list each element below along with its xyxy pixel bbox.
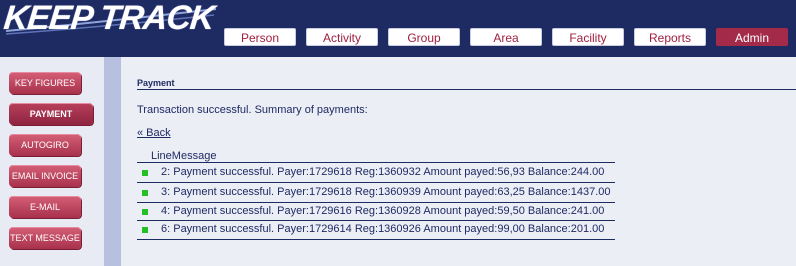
table-header-linemessage: LineMessage — [151, 150, 217, 162]
top-header: KEEP TRACK Person Activity Group Area Fa… — [0, 0, 796, 57]
summary-message: Transaction successful. Summary of payme… — [137, 104, 368, 116]
table-divider — [137, 239, 615, 240]
table-row: 2: Payment successful. Payer:1729618 Reg… — [137, 165, 615, 181]
page-title: Payment — [137, 78, 175, 88]
row-message: 4: Payment successful. Payer:1729616 Reg… — [161, 205, 605, 217]
table-divider — [137, 162, 615, 163]
nav-group[interactable]: Group — [388, 28, 460, 46]
success-indicator-icon — [142, 170, 148, 176]
row-message: 6: Payment successful. Payer:1729614 Reg… — [161, 223, 605, 235]
sidebar-item-text-message[interactable]: TEXT MESSAGE — [9, 227, 81, 249]
nav-area[interactable]: Area — [470, 28, 542, 46]
table-divider — [137, 202, 615, 203]
sidebar-item-key-figures[interactable]: KEY FIGURES — [9, 72, 81, 94]
table-row: 3: Payment successful. Payer:1729618 Reg… — [137, 185, 615, 201]
success-indicator-icon — [142, 209, 148, 215]
table-divider — [137, 220, 615, 221]
sidebar-item-autogiro[interactable]: AUTOGIRO — [9, 134, 81, 156]
sidebar-item-payment[interactable]: PAYMENT — [9, 103, 93, 125]
table-divider — [137, 182, 615, 183]
sidebar-item-e-mail[interactable]: E-MAIL — [9, 196, 81, 218]
row-message: 3: Payment successful. Payer:1729618 Reg… — [161, 186, 611, 198]
sidebar-divider — [104, 57, 121, 266]
success-indicator-icon — [142, 190, 148, 196]
nav-activity[interactable]: Activity — [306, 28, 378, 46]
nav-admin[interactable]: Admin — [716, 28, 788, 46]
main-content: Payment Transaction successful. Summary … — [121, 57, 796, 266]
nav-person[interactable]: Person — [224, 28, 296, 46]
app-logo[interactable]: KEEP TRACK — [2, 0, 217, 37]
table-row: 4: Payment successful. Payer:1729616 Reg… — [137, 204, 615, 220]
back-link[interactable]: « Back — [137, 127, 171, 139]
sidebar-item-email-invoice[interactable]: EMAIL INVOICE — [9, 165, 81, 187]
sidebar: KEY FIGURES PAYMENT AUTOGIRO EMAIL INVOI… — [0, 57, 104, 266]
title-divider — [137, 89, 796, 90]
success-indicator-icon — [142, 227, 148, 233]
table-row: 6: Payment successful. Payer:1729614 Reg… — [137, 222, 615, 238]
logo-text: KEEP TRACK — [2, 0, 216, 37]
row-message: 2: Payment successful. Payer:1729618 Reg… — [161, 166, 605, 178]
nav-facility[interactable]: Facility — [552, 28, 624, 46]
nav-reports[interactable]: Reports — [634, 28, 706, 46]
